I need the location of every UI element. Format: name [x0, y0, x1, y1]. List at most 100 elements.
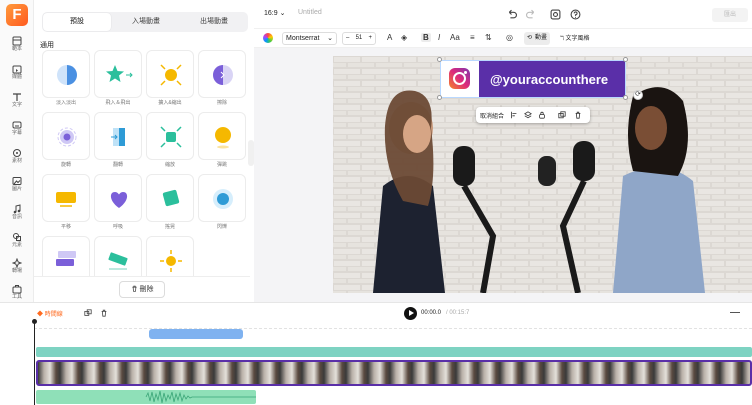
- highlight-icon[interactable]: ◈: [401, 33, 407, 42]
- font-family-select[interactable]: Montserrat ⌄: [282, 32, 337, 45]
- text-effect-button[interactable]: ℸ 文字風格: [560, 33, 590, 42]
- preset-label: 呼吸: [112, 224, 123, 230]
- preset-zoom[interactable]: 縮放: [146, 112, 194, 170]
- preset-fly[interactable]: 飛入＆飛出: [94, 50, 142, 108]
- timeline-ruler[interactable]: [34, 323, 752, 329]
- zoom-icon: [160, 126, 182, 148]
- delete-clip-icon[interactable]: [100, 309, 108, 317]
- handle-text[interactable]: @youraccounthere: [490, 72, 608, 87]
- tab-out-animation[interactable]: 出場動畫: [180, 12, 248, 32]
- increase-size-icon[interactable]: +: [368, 33, 375, 44]
- video-track[interactable]: [36, 360, 752, 386]
- sidebar-label: 轉場: [11, 268, 22, 274]
- preset-thumbnail: [198, 112, 246, 160]
- playhead[interactable]: [34, 321, 35, 405]
- preset-label: 淡入淡出: [55, 100, 76, 106]
- export-button[interactable]: 匯出: [712, 8, 748, 22]
- preset-thumbnail: [198, 50, 246, 98]
- text-icon: [13, 93, 21, 101]
- zoom-out-icon[interactable]: [730, 312, 740, 313]
- resize-handle-bl[interactable]: [437, 95, 442, 100]
- section-title: 通用: [40, 42, 54, 49]
- audio-track[interactable]: [36, 390, 256, 404]
- split-icon[interactable]: [84, 309, 92, 317]
- heart-icon: [110, 192, 128, 208]
- preset-rotate[interactable]: 旋轉: [42, 112, 90, 170]
- sidebar-item-subtitle[interactable]: 字幕: [0, 118, 34, 144]
- animation-track[interactable]: [36, 347, 752, 357]
- chevron-down-icon: ⌄: [279, 10, 286, 17]
- screenshot-icon[interactable]: [550, 9, 561, 20]
- sidebar-item-transitions[interactable]: 轉場: [0, 256, 34, 282]
- rotate-handle-icon[interactable]: ⟳: [633, 90, 643, 100]
- tab-presets[interactable]: 預設: [43, 13, 111, 31]
- subtitle-icon: [12, 121, 22, 129]
- instagram-icon: [449, 68, 470, 89]
- text-color-icon[interactable]: A: [387, 33, 392, 42]
- undo-icon[interactable]: [506, 9, 517, 20]
- animation-button[interactable]: ⟲ 動畫: [524, 32, 550, 45]
- sidebar-item-templates[interactable]: 範本: [0, 34, 34, 60]
- fly-star-icon: [106, 65, 133, 82]
- preset-expand[interactable]: 擴入&縮出: [146, 50, 194, 108]
- preset-bounce[interactable]: 彈跳: [198, 112, 246, 170]
- color-picker-icon[interactable]: [263, 33, 273, 43]
- resize-handle-tl[interactable]: [437, 57, 442, 62]
- sidebar-item-element[interactable]: 素材: [0, 146, 34, 172]
- text-clip[interactable]: [149, 329, 243, 339]
- timeline-panel: ◆ 時間線 00:00.0 / 00:15:7: [0, 302, 752, 405]
- video-editor-app: F 範本 媒體 文字 字幕 素材 圖片 音訊 元素 轉場 工具 預設 入場動畫 …: [0, 0, 752, 405]
- preset-pan[interactable]: 平移: [42, 174, 90, 232]
- instagram-handle-banner[interactable]: @youraccounthere: [440, 60, 626, 98]
- preset-wipe[interactable]: 擦除: [198, 50, 246, 108]
- lock-icon[interactable]: [538, 111, 546, 119]
- resize-handle-br[interactable]: [623, 95, 628, 100]
- sidebar-item-shapes[interactable]: 元素: [0, 230, 34, 256]
- trash-icon[interactable]: [574, 111, 582, 119]
- sidebar-label: 元素: [11, 242, 22, 248]
- delete-label: 刪除: [139, 286, 154, 293]
- timeline-mode-button[interactable]: ◆ 時間線: [37, 309, 63, 318]
- ungroup-button[interactable]: 取消組合: [480, 111, 504, 120]
- element-icon: [13, 149, 21, 157]
- preset-label: 旋轉: [60, 162, 71, 168]
- sidebar-item-text[interactable]: 文字: [0, 90, 34, 116]
- preset-flip[interactable]: 翻轉: [94, 112, 142, 170]
- text-effect-label: 文字風格: [565, 36, 590, 42]
- preset-breathe[interactable]: 呼吸: [94, 174, 142, 232]
- play-button[interactable]: [404, 307, 417, 320]
- font-size-stepper[interactable]: –51 +: [342, 32, 376, 45]
- sidebar-item-media[interactable]: 媒體: [0, 62, 34, 88]
- expand-icon: [160, 64, 182, 86]
- preset-flash[interactable]: 閃爍: [198, 174, 246, 232]
- italic-icon[interactable]: I: [438, 33, 440, 42]
- layers-icon[interactable]: [524, 111, 532, 119]
- aspect-ratio-value: 16:9: [264, 10, 278, 17]
- align-left-icon[interactable]: [510, 111, 518, 119]
- resize-handle-tr[interactable]: [623, 57, 628, 62]
- layer-effect-icon[interactable]: ◎: [506, 33, 513, 42]
- preset-fade[interactable]: 淡入淡出: [42, 50, 90, 108]
- duplicate-icon[interactable]: [558, 111, 566, 119]
- tools-icon: [12, 285, 22, 294]
- preset-label: 平移: [60, 224, 71, 230]
- sidebar-item-audio[interactable]: 音訊: [0, 202, 34, 228]
- font-family-value: Montserrat: [286, 35, 320, 42]
- preset-shake[interactable]: 搖晃: [146, 174, 194, 232]
- delete-animation-button[interactable]: 刪除: [119, 281, 165, 298]
- preset-label: 搖晃: [164, 224, 175, 230]
- sidebar-item-image[interactable]: 圖片: [0, 174, 34, 200]
- bold-icon[interactable]: B: [421, 33, 431, 42]
- spacing-icon[interactable]: ⇅: [485, 33, 492, 42]
- help-icon[interactable]: [570, 9, 581, 20]
- redo-icon[interactable]: [526, 9, 537, 20]
- align-icon[interactable]: ≡: [470, 33, 475, 42]
- wipe-icon: [213, 65, 233, 85]
- decrease-size-icon[interactable]: –: [343, 33, 349, 44]
- preset-thumbnail: [42, 50, 90, 98]
- timeline-icon: ◆: [37, 312, 44, 318]
- tab-in-animation[interactable]: 入場動畫: [112, 12, 180, 32]
- aspect-ratio-select[interactable]: 16:9 ⌄: [264, 9, 285, 17]
- project-title[interactable]: Untitled: [298, 9, 322, 16]
- text-case-icon[interactable]: Aa: [450, 33, 460, 42]
